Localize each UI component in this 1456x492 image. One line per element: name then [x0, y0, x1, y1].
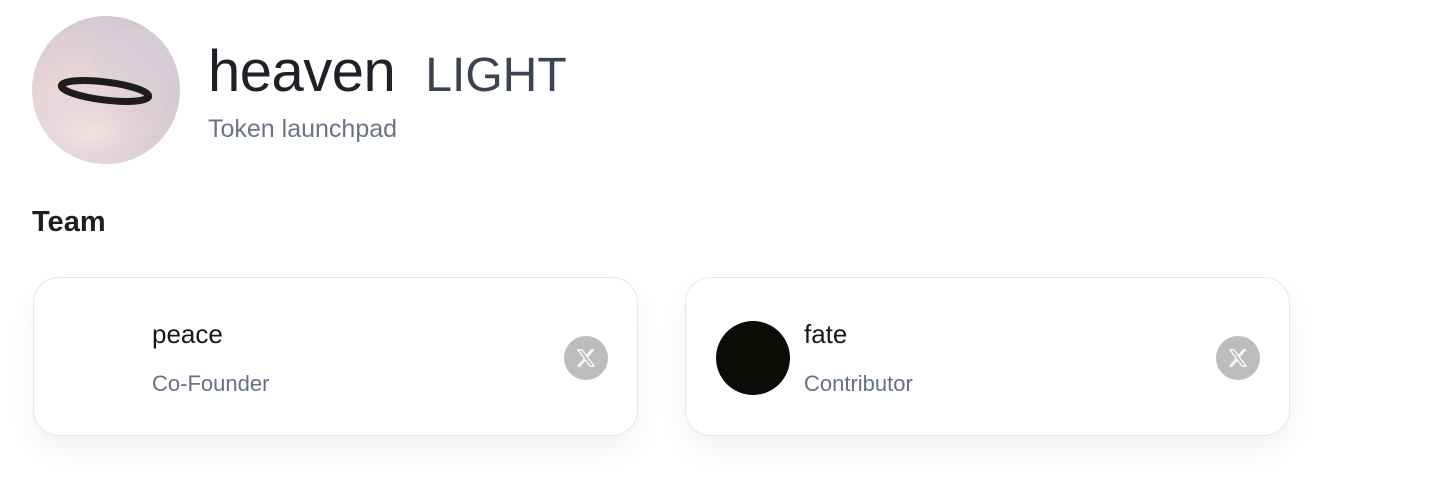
- member-role: Contributor: [804, 371, 913, 396]
- project-name: heaven: [208, 39, 396, 104]
- x-profile-button[interactable]: [1216, 336, 1260, 380]
- member-role: Co-Founder: [152, 371, 270, 396]
- member-name: peace: [152, 319, 223, 349]
- member-name: fate: [804, 319, 848, 349]
- x-profile-button[interactable]: [564, 336, 608, 380]
- project-subtitle: Token launchpad: [208, 115, 398, 143]
- x-logo-icon: [577, 349, 595, 367]
- project-header: heaven LIGHT Token launchpad: [208, 40, 567, 144]
- project-tag: LIGHT: [425, 49, 567, 102]
- avatar: [716, 321, 790, 395]
- team-section-title: Team: [32, 206, 106, 238]
- halo-icon: [32, 26, 180, 164]
- project-page: heaven LIGHT Token launchpad Team peace …: [0, 0, 1456, 492]
- x-logo-icon: [1229, 349, 1247, 367]
- team-member-card: fate Contributor: [685, 277, 1290, 436]
- team-member-card: peace Co-Founder: [33, 277, 638, 436]
- project-logo: [32, 16, 180, 164]
- avatar: [64, 321, 138, 395]
